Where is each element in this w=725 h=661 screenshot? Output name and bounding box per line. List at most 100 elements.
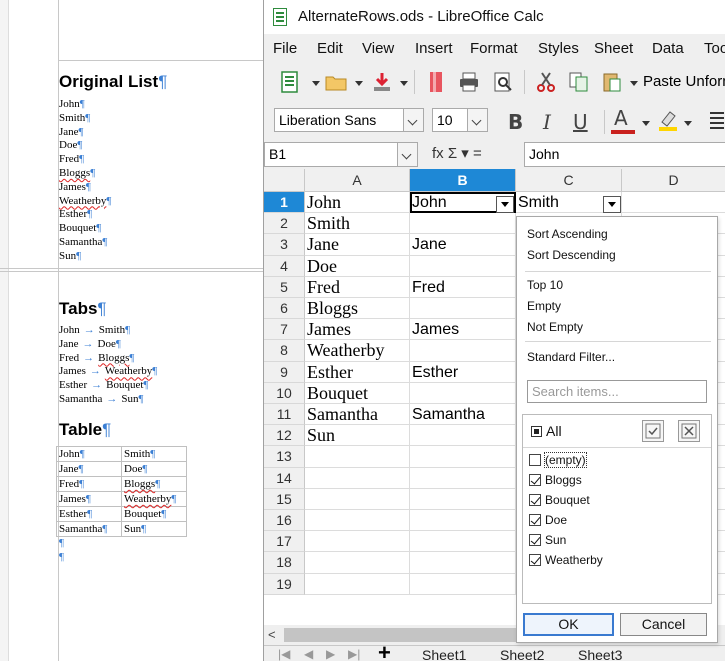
cell-b14[interactable] <box>410 467 516 489</box>
filter-values-list[interactable]: All (empty) Bloggs Bouquet Doe Sun Weatherby <box>522 414 712 604</box>
cell-b9[interactable]: Esther <box>410 361 516 383</box>
filter-item[interactable]: Weatherby <box>529 553 603 571</box>
menu-file[interactable]: File <box>273 40 297 57</box>
highlight-icon[interactable] <box>656 108 680 132</box>
tab-sheet2[interactable]: Sheet2 <box>500 647 544 661</box>
top10-item[interactable]: Top 10 <box>527 278 563 292</box>
cell-a4[interactable]: Doe <box>305 255 410 277</box>
menu-sheet[interactable]: Sheet <box>594 40 633 57</box>
row-header-12[interactable]: 12 <box>264 425 305 447</box>
cell-b8[interactable] <box>410 340 516 362</box>
name-box[interactable]: B1 <box>264 142 418 167</box>
autofilter-dropdown-button-c1[interactable] <box>603 196 621 213</box>
row-header-7[interactable]: 7 <box>264 319 305 341</box>
cell-b4[interactable] <box>410 255 516 277</box>
cell-a14[interactable] <box>305 467 410 489</box>
empty-item[interactable]: Empty <box>527 299 561 313</box>
cell-a10[interactable]: Bouquet <box>305 382 410 404</box>
filter-item[interactable]: Bloggs <box>529 473 582 491</box>
cell-a19[interactable] <box>305 573 410 595</box>
paste-dropdown-arrow[interactable] <box>630 81 638 86</box>
font-size-dropdown-button[interactable] <box>467 109 487 131</box>
row-header-15[interactable]: 15 <box>264 488 305 510</box>
cell-b10[interactable] <box>410 382 516 404</box>
cell-a12[interactable]: Sun <box>305 425 410 447</box>
font-color-button[interactable]: A <box>614 106 628 130</box>
cell-a15[interactable] <box>305 488 410 510</box>
cell-b13[interactable] <box>410 446 516 468</box>
filter-item-checkbox[interactable] <box>529 534 541 546</box>
cell-b16[interactable] <box>410 510 516 532</box>
cell-a2[interactable]: Smith <box>305 213 410 235</box>
cell-a17[interactable] <box>305 531 410 553</box>
column-header-c[interactable]: C <box>516 169 622 192</box>
font-name-box[interactable]: Liberation Sans <box>274 108 424 132</box>
paste-icon[interactable] <box>600 70 624 94</box>
new-dropdown-arrow[interactable] <box>312 81 320 86</box>
export-pdf-icon[interactable] <box>424 70 448 94</box>
last-sheet-icon[interactable]: ▶| <box>348 647 360 661</box>
cell-a6[interactable]: Bloggs <box>305 298 410 320</box>
function-wizard-buttons[interactable]: fx Σ ▾ = <box>432 144 482 162</box>
formula-input[interactable]: John <box>524 142 725 167</box>
copy-icon[interactable] <box>567 70 591 94</box>
scroll-left-icon[interactable]: < <box>268 627 276 642</box>
name-box-dropdown-button[interactable] <box>397 143 417 166</box>
align-left-icon[interactable] <box>710 112 724 129</box>
cell-a7[interactable]: James <box>305 319 410 341</box>
filter-item-checkbox[interactable] <box>529 554 541 566</box>
cell-b7[interactable]: James <box>410 319 516 341</box>
filter-item[interactable]: Bouquet <box>529 493 590 511</box>
cell-b18[interactable] <box>410 552 516 574</box>
menu-too[interactable]: Too <box>704 40 725 57</box>
filter-item-checkbox[interactable] <box>529 474 541 486</box>
cell-a11[interactable]: Samantha <box>305 404 410 426</box>
cell-d1[interactable] <box>622 192 725 214</box>
cell-b3[interactable]: Jane <box>410 234 516 256</box>
cell-a18[interactable] <box>305 552 410 574</box>
scrollbar-thumb[interactable] <box>284 628 516 642</box>
cell-b17[interactable] <box>410 531 516 553</box>
cell-a8[interactable]: Weatherby <box>305 340 410 362</box>
sort-ascending-item[interactable]: Sort Ascending <box>527 227 608 241</box>
filter-item[interactable]: Sun <box>529 533 566 551</box>
highlight-dropdown-arrow[interactable] <box>684 121 692 126</box>
cell-a5[interactable]: Fred <box>305 276 410 298</box>
open-folder-icon[interactable] <box>324 70 348 94</box>
add-sheet-button[interactable]: + <box>378 640 391 661</box>
new-spreadsheet-icon[interactable] <box>278 70 302 94</box>
ok-button[interactable]: OK <box>523 613 614 636</box>
cell-b5[interactable]: Fred <box>410 276 516 298</box>
font-size-box[interactable]: 10 <box>432 108 488 132</box>
select-current-button[interactable] <box>642 420 664 442</box>
column-header-b[interactable]: B <box>410 169 516 192</box>
column-header-a[interactable]: A <box>305 169 410 192</box>
row-header-11[interactable]: 11 <box>264 404 305 426</box>
paste-unformatted-button[interactable]: Paste Unforn <box>643 73 725 90</box>
menu-format[interactable]: Format <box>470 40 518 57</box>
row-header-19[interactable]: 19 <box>264 573 305 595</box>
row-header-8[interactable]: 8 <box>264 340 305 362</box>
row-header-4[interactable]: 4 <box>264 255 305 277</box>
cell-a3[interactable]: Jane <box>305 234 410 256</box>
cell-a16[interactable] <box>305 510 410 532</box>
previous-sheet-icon[interactable]: ◀ <box>304 647 313 661</box>
row-header-17[interactable]: 17 <box>264 531 305 553</box>
row-header-10[interactable]: 10 <box>264 382 305 404</box>
all-label[interactable]: All <box>546 423 562 439</box>
row-header-18[interactable]: 18 <box>264 552 305 574</box>
italic-button[interactable]: I <box>543 110 551 134</box>
print-icon[interactable] <box>457 70 481 94</box>
standard-filter-item[interactable]: Standard Filter... <box>527 350 615 364</box>
save-icon[interactable] <box>370 70 394 94</box>
column-header-d[interactable]: D <box>622 169 725 192</box>
first-sheet-icon[interactable]: |◀ <box>278 647 290 661</box>
filter-item-checkbox[interactable] <box>529 514 541 526</box>
row-header-1[interactable]: 1 <box>264 192 305 214</box>
select-all-corner[interactable] <box>264 169 305 192</box>
save-dropdown-arrow[interactable] <box>400 81 408 86</box>
cut-icon[interactable] <box>534 70 558 94</box>
cell-b19[interactable] <box>410 573 516 595</box>
menu-styles[interactable]: Styles <box>538 40 579 57</box>
row-header-6[interactable]: 6 <box>264 298 305 320</box>
